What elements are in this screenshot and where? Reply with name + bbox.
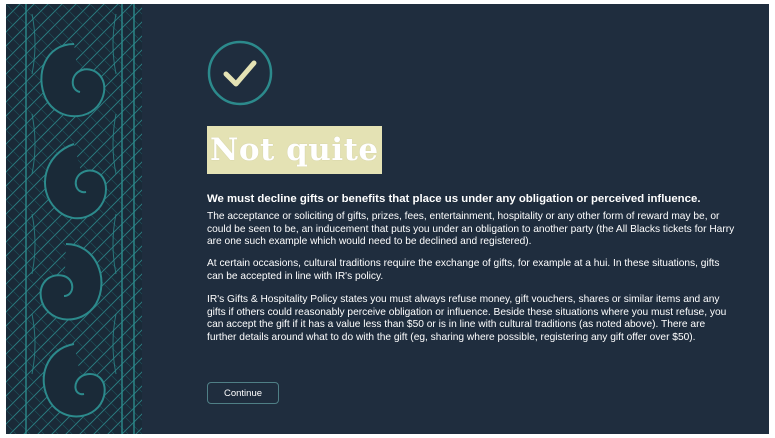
decorative-pattern xyxy=(6,4,142,434)
feedback-paragraph-3: IR's Gifts & Hospitality Policy states y… xyxy=(207,294,727,343)
check-circle-icon xyxy=(207,40,273,106)
feedback-lead: We must decline gifts or benefits that p… xyxy=(207,193,701,205)
feedback-paragraph-2: At certain occasions, cultural tradition… xyxy=(207,258,720,282)
title-highlight: Not quite xyxy=(207,126,382,174)
continue-button[interactable]: Continue xyxy=(207,382,279,404)
feedback-panel: Not quite We must decline gifts or benef… xyxy=(6,4,769,434)
feedback-paragraph-1: The acceptance or soliciting of gifts, p… xyxy=(207,211,735,248)
feedback-title: Not quite xyxy=(210,132,379,168)
